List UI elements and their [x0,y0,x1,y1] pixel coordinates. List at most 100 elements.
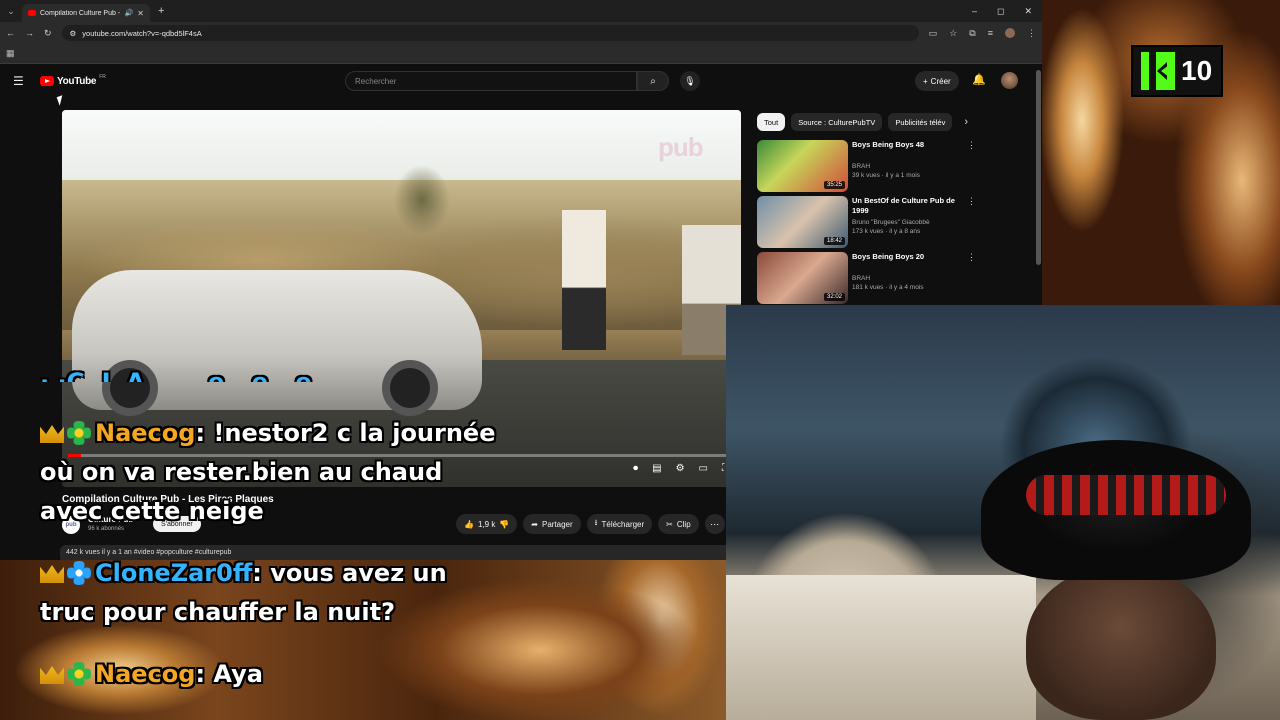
voice-search-button[interactable]: 🎙 [680,71,700,91]
recommendation-title[interactable]: Boys Being Boys 20 [852,252,962,262]
notifications-bell-icon[interactable]: 🔔 [972,73,986,86]
recommendation-channel[interactable]: Bruno "Brugees" Giacobbè [852,218,962,227]
player-controls: ⏺ ▤ ⚙ ▭ ⛶ [633,463,729,474]
tab-strip: ⌄ Compilation Culture Pub - 🔊 ✕ + – ◻ ✕ [0,0,1042,22]
microphone-icon: 🎙 [684,75,696,86]
url-field[interactable]: ⚙ youtube.com/watch?v=-qdbd5lF4sA [61,25,919,41]
viewer-count: 10 [1181,55,1213,86]
more-options-icon[interactable]: ⋮ [967,252,976,263]
more-options-icon[interactable]: ⋮ [967,140,976,151]
settings-gear-icon[interactable]: ⚙ [676,463,685,474]
chat-username: CloneZar0ff [95,559,253,587]
apps-grid-icon[interactable]: ▦ [6,48,15,59]
media-control-icon[interactable]: ≡ [988,28,993,38]
crown-badge-icon [40,666,64,684]
page-scrollbar[interactable] [1036,70,1041,265]
youtube-favicon-icon [28,10,36,16]
plus-icon: + [923,76,928,86]
chat-text: Aya [213,660,263,688]
browser-menu-icon[interactable]: ⋮ [1027,28,1036,39]
more-options-icon[interactable]: ⋮ [967,196,976,207]
bookmark-star-icon[interactable]: ☆ [949,28,957,39]
cast-icon[interactable]: ▭ [929,28,938,39]
chat-cutoff-text: · ·C. L.A... ...e...e...e [40,368,312,382]
recommendation-channel[interactable]: BRAH [852,162,962,171]
recommendation-card[interactable]: 18:42 Un BestOf de Culture Pub de 1999 Bru… [757,196,987,248]
profile-avatar[interactable] [1005,28,1015,38]
recommendation-card[interactable]: 35:25 Boys Being Boys 48 BRAH 39 k vues · i… [757,140,987,192]
download-button[interactable]: ⭳ Télécharger [586,514,653,534]
youtube-play-icon [40,76,54,86]
toolbar-icons: ▭ ☆ ⧉ ≡ ⋮ [929,28,1036,39]
chat-message: Naecog: Aya [40,655,500,694]
more-actions-icon[interactable]: ⋯ [704,514,725,534]
back-arrow-icon[interactable]: ← [6,28,15,38]
recommendation-title[interactable]: Boys Being Boys 48 [852,140,962,150]
create-label: Créer [930,76,951,86]
chat-colon: : [195,660,214,688]
share-arrow-icon: ➦ [531,519,538,529]
recommendation-thumbnail[interactable]: 32:02 [757,252,848,304]
crown-badge-icon [40,565,64,583]
share-button[interactable]: ➦ Partager [523,514,581,534]
channel-watermark[interactable]: pub [658,132,704,163]
extensions-icon[interactable]: ⧉ [969,28,975,39]
chip-tv-ads[interactable]: Publicités télév [888,113,953,131]
recommendation-channel[interactable]: BRAH [852,274,962,283]
chat-username: Naecog [95,419,196,447]
download-icon: ⭳ [594,518,598,527]
minimize-button[interactable]: – [972,6,977,17]
kick-logo-icon [1141,52,1175,90]
url-text: youtube.com/watch?v=-qdbd5lF4sA [82,28,202,38]
webcam-couch [726,575,1036,720]
subtitles-icon[interactable]: ▤ [652,463,661,474]
audio-playing-icon[interactable]: 🔊 [125,9,134,17]
streamer-hat-band [1026,475,1226,515]
search-icon: ⌕ [650,75,656,87]
chat-colon: : [252,559,271,587]
scissors-icon: ✂ [666,519,673,529]
account-avatar[interactable] [1001,72,1018,89]
recommendation-title[interactable]: Un BestOf de Culture Pub de 1999 [852,196,962,216]
thumbs-down-icon[interactable]: 👎 [499,520,509,529]
recommendation-thumbnail[interactable]: 35:25 [757,140,848,192]
search-input[interactable]: Rechercher [345,71,637,91]
download-label: Télécharger [601,519,645,529]
window-controls: – ◻ ✕ [972,6,1042,17]
youtube-wordmark: YouTube [57,75,97,87]
close-window-button[interactable]: ✕ [1024,6,1032,17]
chat-username: Naecog [95,660,196,688]
youtube-header: ☰ YouTube FR Rechercher ⌕ 🎙 + Créer 🔔 [0,66,1042,96]
theater-mode-icon[interactable]: ▭ [699,463,708,474]
flower-badge-icon [67,561,91,585]
reload-icon[interactable]: ↻ [44,28,52,39]
site-info-icon[interactable]: ⚙ [70,29,77,38]
close-tab-icon[interactable]: ✕ [137,9,144,18]
recommendation-thumbnail[interactable]: 18:42 [757,196,848,248]
maximize-button[interactable]: ◻ [997,6,1004,17]
new-tab-button[interactable]: + [158,5,164,17]
hamburger-menu-icon[interactable]: ☰ [13,74,24,88]
recommendation-meta: 173 k vues · il y a 8 ans [852,228,921,235]
autoplay-toggle-icon[interactable]: ⏺ [633,463,638,474]
flower-badge-icon [67,421,91,445]
youtube-logo[interactable]: YouTube FR [40,74,106,87]
chat-colon: : [195,419,214,447]
tab-title: Compilation Culture Pub - [40,9,121,17]
chevron-right-icon[interactable]: › [964,116,968,128]
kick-viewer-badge: 10 [1131,45,1223,97]
recommendation-meta: 39 k vues · il y a 1 mois [852,172,920,179]
clip-button[interactable]: ✂ Clip [658,514,699,534]
search-button[interactable]: ⌕ [637,71,669,91]
create-button[interactable]: + Créer [915,71,959,91]
video-duration: 18:42 [823,237,845,245]
flower-badge-icon [67,662,91,686]
clip-label: Clip [676,519,691,529]
tab-search-chevron-icon[interactable]: ⌄ [0,6,22,17]
forward-arrow-icon[interactable]: → [25,28,34,38]
chip-all[interactable]: Tout [757,113,786,131]
recommendation-card[interactable]: 32:02 Boys Being Boys 20 BRAH 181 k vues · … [757,252,987,304]
video-frame-person [562,210,606,350]
chip-source[interactable]: Source : CulturePubTV [791,113,883,131]
browser-tab-active[interactable]: Compilation Culture Pub - 🔊 ✕ [22,4,150,22]
